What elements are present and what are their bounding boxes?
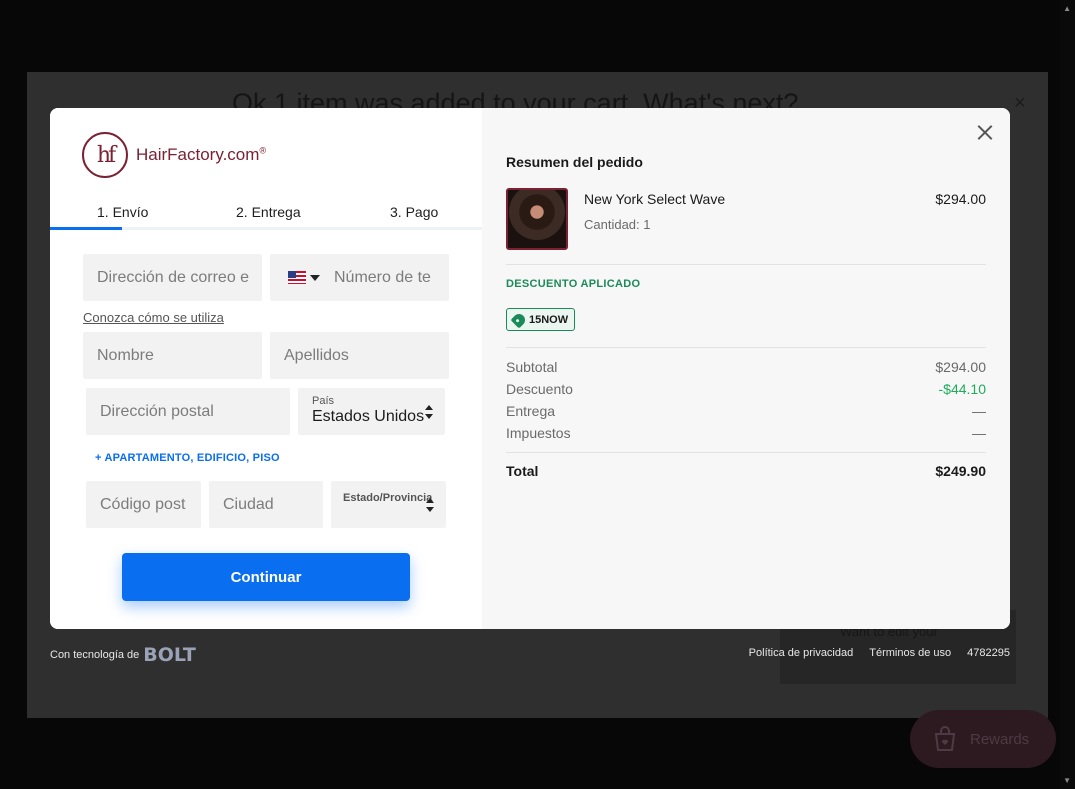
taxes-value: — <box>972 425 986 441</box>
select-arrows-icon <box>425 405 433 419</box>
scroll-up-icon[interactable]: ▲ <box>1063 4 1071 13</box>
discount-code: 15NOW <box>529 313 569 326</box>
postal-code-field[interactable]: Código post <box>86 481 201 528</box>
discount-row: Descuento -$44.10 <box>506 381 986 397</box>
divider <box>506 264 986 265</box>
terms-of-use-link[interactable]: Términos de uso <box>869 647 951 659</box>
session-id: 4782295 <box>967 647 1010 659</box>
shipping-value: — <box>972 403 986 419</box>
continue-button[interactable]: Continuar <box>122 553 410 601</box>
phone-placeholder: Número de te <box>334 268 431 286</box>
shopping-bag-icon <box>934 726 956 751</box>
discount-value: -$44.10 <box>938 381 986 397</box>
state-label: Estado/Provincia <box>343 492 433 504</box>
discount-code-badge: 15NOW <box>506 308 576 331</box>
address-field[interactable]: Dirección postal <box>86 388 290 435</box>
order-summary-title: Resumen del pedido <box>506 154 643 170</box>
active-tab-indicator <box>50 227 122 230</box>
product-price: $294.00 <box>935 191 986 207</box>
tab-entrega[interactable]: 2. Entrega <box>236 204 301 220</box>
powered-by: Con tecnología de BOLT <box>50 644 196 666</box>
email-field[interactable]: Dirección de correo e <box>83 254 262 301</box>
brand-name-text: HairFactory.com <box>136 145 260 164</box>
tab-envio[interactable]: 1. Envío <box>97 204 148 220</box>
subtotal-value: $294.00 <box>935 359 986 375</box>
privacy-policy-link[interactable]: Política de privacidad <box>749 647 854 659</box>
total-value: $249.90 <box>935 463 986 479</box>
us-flag-icon[interactable] <box>288 271 306 284</box>
powered-by-text: Con tecnología de <box>50 649 140 661</box>
state-select[interactable]: Estado/Provincia <box>331 481 446 528</box>
last-name-field[interactable]: Apellidos <box>270 332 449 379</box>
total-label: Total <box>506 463 539 479</box>
footer-links: Política de privacidad Términos de uso 4… <box>749 647 1010 659</box>
product-quantity: Cantidad: 1 <box>584 217 651 232</box>
rewards-button[interactable]: Rewards <box>910 710 1056 768</box>
total-row: Total $249.90 <box>506 463 986 479</box>
rewards-label: Rewards <box>970 730 1030 748</box>
checkout-steps: 1. Envío 2. Entrega 3. Pago <box>50 202 482 230</box>
select-arrows-icon <box>426 498 434 512</box>
logo-mark: hf <box>82 132 128 178</box>
taxes-label: Impuestos <box>506 425 571 441</box>
tag-icon <box>510 311 528 328</box>
checkout-form-panel: hf HairFactory.com® 1. Envío 2. Entrega … <box>50 108 482 629</box>
order-summary-panel: Resumen del pedido New York Select Wave … <box>482 108 1010 629</box>
product-thumbnail <box>506 188 568 250</box>
subtotal-row: Subtotal $294.00 <box>506 359 986 375</box>
brand-logo: hf HairFactory.com® <box>82 132 266 178</box>
shipping-row: Entrega — <box>506 403 986 419</box>
product-name: New York Select Wave <box>584 191 726 207</box>
trademark-symbol: ® <box>259 145 267 156</box>
close-icon[interactable] <box>974 122 996 144</box>
country-select[interactable]: País Estados Unidos <box>298 388 445 435</box>
taxes-row: Impuestos — <box>506 425 986 441</box>
page-scrollbar[interactable] <box>1060 0 1075 789</box>
divider <box>506 452 986 453</box>
scroll-down-icon[interactable]: ▼ <box>1063 776 1071 785</box>
first-name-field[interactable]: Nombre <box>83 332 262 379</box>
shipping-label: Entrega <box>506 403 556 419</box>
country-code-dropdown-icon[interactable] <box>310 274 320 281</box>
checkout-modal: hf HairFactory.com® 1. Envío 2. Entrega … <box>50 108 1010 629</box>
subtotal-label: Subtotal <box>506 359 558 375</box>
add-apartment-link[interactable]: + APARTAMENTO, EDIFICIO, PISO <box>95 452 280 464</box>
city-field[interactable]: Ciudad <box>209 481 323 528</box>
tab-pago[interactable]: 3. Pago <box>390 204 438 220</box>
phone-field[interactable]: Número de te <box>270 254 449 301</box>
discount-label: Descuento <box>506 381 573 397</box>
bolt-logo[interactable]: BOLT <box>143 644 196 666</box>
learn-how-used-link[interactable]: Conozca cómo se utiliza <box>83 310 224 325</box>
cart-added-close-icon[interactable]: × <box>1014 92 1026 115</box>
discount-title: DESCUENTO APLICADO <box>506 278 641 290</box>
brand-name: HairFactory.com® <box>136 145 266 165</box>
divider <box>506 347 986 348</box>
